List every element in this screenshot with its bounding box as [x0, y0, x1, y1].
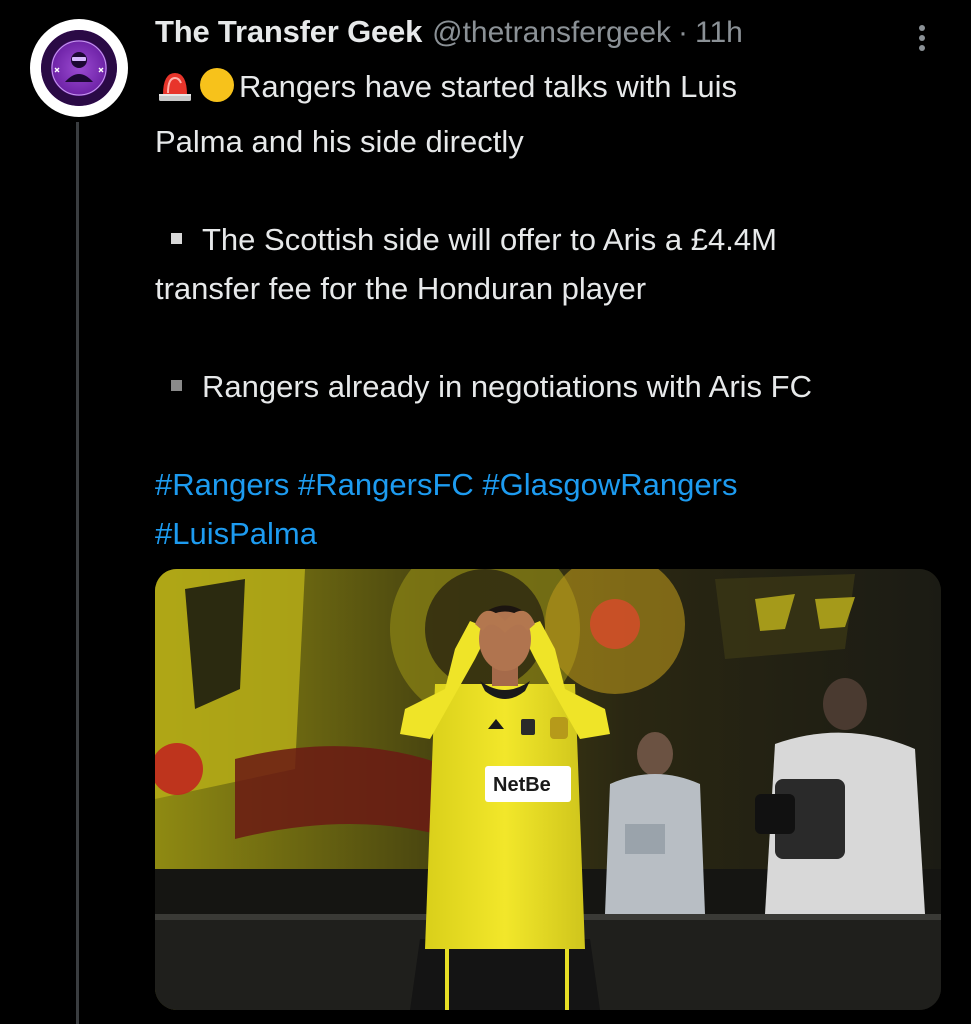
- bullet-1-text: The Scottish side will offer to Aris a £…: [202, 222, 777, 257]
- hashtag-luispalma[interactable]: #LuisPalma: [155, 516, 317, 551]
- author-display-name[interactable]: The Transfer Geek: [155, 14, 422, 50]
- transfer-geek-logo-icon: [41, 30, 117, 106]
- hashtag-glasgowrangers[interactable]: #GlasgowRangers: [482, 467, 737, 502]
- hashtag-rangersfc[interactable]: #RangersFC: [298, 467, 474, 502]
- tweet-header: The Transfer Geek @thetransfergeek · 11h: [155, 14, 743, 58]
- tweet-timestamp[interactable]: 11h: [695, 16, 743, 50]
- bullet-square-icon: [171, 380, 182, 391]
- hashtag-rangers[interactable]: #Rangers: [155, 467, 289, 502]
- bullet-item-1-continued: transfer fee for the Honduran player: [155, 271, 647, 306]
- hashtags-line-2: #LuisPalma: [155, 509, 955, 558]
- author-handle[interactable]: @thetransfergeek: [432, 16, 671, 50]
- tweet-media-image[interactable]: NetBe: [155, 569, 941, 1010]
- police-siren-emoji-icon: [155, 67, 195, 117]
- bullet-square-icon: [171, 233, 182, 244]
- more-vertical-icon[interactable]: [912, 22, 932, 54]
- header-separator: ·: [678, 16, 689, 49]
- tweet-body: Rangers have started talks with Luis Pal…: [155, 62, 955, 558]
- football-player-photo-icon: NetBe: [155, 569, 941, 1010]
- bullet-item-2: Rangers already in negotiations with Ari…: [155, 362, 955, 411]
- hashtags-line-1: #Rangers #RangersFC #GlasgowRangers: [155, 460, 955, 509]
- tweet-line-1-text: Rangers have started talks with Luis: [239, 69, 737, 104]
- bullet-item-1: The Scottish side will offer to Aris a £…: [155, 215, 955, 264]
- bullet-2-text: Rangers already in negotiations with Ari…: [202, 369, 812, 404]
- tweet-line-2: Palma and his side directly: [155, 124, 524, 159]
- author-avatar[interactable]: [30, 19, 128, 117]
- shirt-sponsor-text: NetBe: [493, 774, 551, 796]
- yellow-circle-emoji-icon: [195, 67, 239, 117]
- tweet-line-1: Rangers have started talks with Luis: [155, 62, 955, 117]
- thread-line: [76, 122, 79, 1024]
